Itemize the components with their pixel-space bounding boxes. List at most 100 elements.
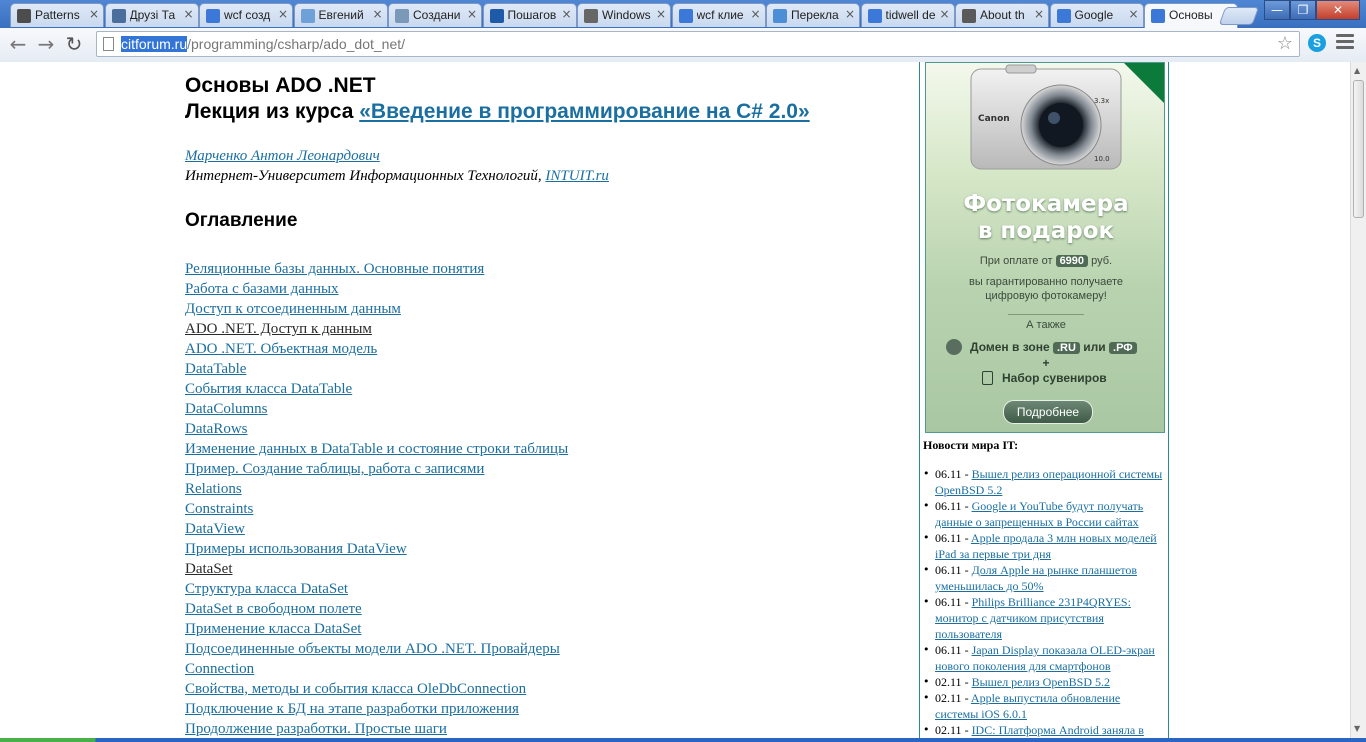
tab-1[interactable]: Друзі Та × — [104, 3, 199, 27]
page-title: Основы ADO .NET — [185, 74, 376, 97]
toc-link[interactable]: Продолжение разработки. Простые шаги — [185, 721, 447, 737]
tab-close-icon[interactable]: × — [939, 7, 949, 21]
url-text[interactable]: citforum.ru/programming/csharp/ado_dot_n… — [121, 36, 405, 52]
tab-3[interactable]: Евгений × — [293, 3, 388, 27]
news-date: 02.11 — [935, 675, 962, 689]
table-of-contents: Реляционные базы данных. Основные поняти… — [185, 259, 568, 738]
tab-title: Пошагов — [507, 8, 557, 22]
toc-link[interactable]: DataView — [185, 521, 245, 537]
toc-item: Подключение к БД на этапе разработки при… — [185, 699, 568, 719]
tab-7[interactable]: wcf клие × — [671, 3, 766, 27]
tab-8[interactable]: Перекла × — [766, 3, 860, 27]
toc-link[interactable]: Применение класса DataSet — [185, 621, 361, 637]
toc-item: Constraints — [185, 499, 568, 519]
scrollbar-thumb[interactable] — [1353, 80, 1364, 218]
forward-button[interactable]: → — [34, 33, 58, 57]
toc-item: Изменение данных в DataTable и состояние… — [185, 439, 568, 459]
toc-link[interactable]: Пример. Создание таблицы, работа с запис… — [185, 461, 484, 477]
ad-souvenir-text: Набор сувениров — [1002, 371, 1107, 385]
toc-item: Свойства, методы и события класса OleDbC… — [185, 679, 568, 699]
toc-link[interactable]: DataTable — [185, 361, 246, 377]
toc-link[interactable]: Свойства, методы и события класса OleDbC… — [185, 681, 526, 697]
bookmark-star-icon[interactable]: ☆ — [1277, 33, 1293, 54]
toc-item: Продолжение разработки. Простые шаги — [185, 719, 568, 738]
news-separator: - — [961, 531, 971, 545]
toc-link[interactable]: DataColumns — [185, 401, 268, 417]
tab-5[interactable]: Пошагов × — [482, 3, 577, 27]
toc-item: DataTable — [185, 359, 568, 379]
tab-title: Евгений — [318, 8, 364, 22]
tab-0[interactable]: Patterns × — [10, 3, 104, 27]
toc-link[interactable]: Структура класса DataSet — [185, 581, 348, 597]
tab-close-icon[interactable]: × — [278, 7, 288, 21]
tab-close-icon[interactable]: × — [561, 7, 571, 21]
toc-link[interactable]: Реляционные базы данных. Основные поняти… — [185, 261, 484, 277]
url-path: /programming/csharp/ado_dot_net/ — [187, 36, 406, 52]
toc-link[interactable]: Подсоединенные объекты модели ADO .NET. … — [185, 641, 560, 657]
ad-more-button[interactable]: Подробнее — [1003, 400, 1093, 424]
toc-link[interactable]: ADO .NET. Доступ к данным — [185, 321, 372, 337]
intuit-link[interactable]: INTUIT.ru — [545, 168, 609, 184]
reload-button[interactable]: ↻ — [62, 33, 86, 57]
toc-link[interactable]: DataRows — [185, 421, 248, 437]
maximize-button[interactable]: ❐ — [1290, 0, 1316, 20]
tab-10[interactable]: About th × — [955, 3, 1049, 27]
news-separator: - — [961, 691, 971, 705]
image-icon — [17, 9, 31, 23]
tab-6[interactable]: Windows × — [577, 3, 671, 27]
toc-link[interactable]: Доступ к отсоединенным данным — [185, 301, 401, 317]
news-link[interactable]: Вышел релиз OpenBSD 5.2 — [972, 675, 1110, 689]
close-window-button[interactable]: ✕ — [1316, 0, 1360, 20]
ad-corner-ribbon — [1124, 63, 1164, 103]
news-separator: - — [961, 467, 972, 481]
toc-link[interactable]: События класса DataTable — [185, 381, 352, 397]
back-button[interactable]: ← — [6, 33, 30, 57]
ad-guarantee: вы гарантированно получаете цифровую фото… — [926, 275, 1164, 303]
ad-guarantee-line2: цифровую фотокамеру! — [985, 290, 1107, 302]
toc-link[interactable]: Connection — [185, 661, 254, 677]
vertical-scrollbar[interactable]: ▲ ▼ — [1350, 62, 1366, 738]
toc-link[interactable]: Работа с базами данных — [185, 281, 339, 297]
address-bar[interactable]: citforum.ru/programming/csharp/ado_dot_n… — [96, 31, 1300, 57]
new-tab-button[interactable] — [1218, 7, 1260, 25]
toc-link[interactable]: Constraints — [185, 501, 253, 517]
author-link[interactable]: Марченко Антон Леонардович — [185, 148, 380, 165]
tab-close-icon[interactable]: × — [467, 7, 477, 21]
scroll-down-arrow-icon[interactable]: ▼ — [1354, 724, 1360, 733]
tab-close-icon[interactable]: × — [1128, 7, 1138, 21]
tab-close-icon[interactable]: × — [656, 7, 666, 21]
tab-close-icon[interactable]: × — [1034, 7, 1044, 21]
tab-close-icon[interactable]: × — [89, 7, 99, 21]
gift-bag-icon — [982, 371, 993, 385]
browser-toolbar: ← → ↻ citforum.ru/programming/csharp/ado… — [0, 28, 1366, 63]
news-date: 06.11 — [935, 467, 962, 481]
toc-link[interactable]: DataSet в свободном полете — [185, 601, 362, 617]
ad-domain-or: или — [1083, 340, 1106, 354]
toc-item: Применение класса DataSet — [185, 619, 568, 639]
tab-9[interactable]: tidwell de × — [860, 3, 955, 27]
page-content: Основы ADO .NET Лекция из курса «Введени… — [0, 62, 1350, 738]
course-link[interactable]: «Введение в программирование на C# 2.0» — [359, 100, 809, 123]
tab-close-icon[interactable]: × — [750, 7, 760, 21]
people-icon — [300, 9, 315, 23]
tab-11[interactable]: Google × — [1049, 3, 1144, 27]
toc-link[interactable]: DataSet — [185, 561, 232, 577]
toc-link[interactable]: Изменение данных в DataTable и состояние… — [185, 441, 568, 457]
tab-close-icon[interactable]: × — [372, 7, 382, 21]
chrome-menu-button[interactable] — [1336, 34, 1354, 52]
advertisement-banner[interactable]: Canon 3.3x 10.0 Фотокамера в подарок При … — [925, 62, 1165, 433]
tab-close-icon[interactable]: × — [845, 7, 855, 21]
scroll-up-arrow-icon[interactable]: ▲ — [1354, 66, 1360, 75]
tab-2[interactable]: wcf созд × — [199, 3, 293, 27]
minimize-button[interactable]: — — [1264, 0, 1290, 20]
image-icon — [962, 9, 976, 23]
toc-item: DataSet — [185, 559, 568, 579]
toc-link[interactable]: Примеры использования DataView — [185, 541, 407, 557]
toc-link[interactable]: Подключение к БД на этапе разработки при… — [185, 701, 519, 717]
tab-4[interactable]: Создани × — [388, 3, 482, 27]
news-link[interactable]: IDC: Платформа Android заняла в — [972, 723, 1144, 737]
skype-extension-icon[interactable]: S — [1308, 34, 1326, 52]
tab-close-icon[interactable]: × — [183, 7, 193, 21]
toc-link[interactable]: ADO .NET. Объектная модель — [185, 341, 377, 357]
toc-link[interactable]: Relations — [185, 481, 242, 497]
